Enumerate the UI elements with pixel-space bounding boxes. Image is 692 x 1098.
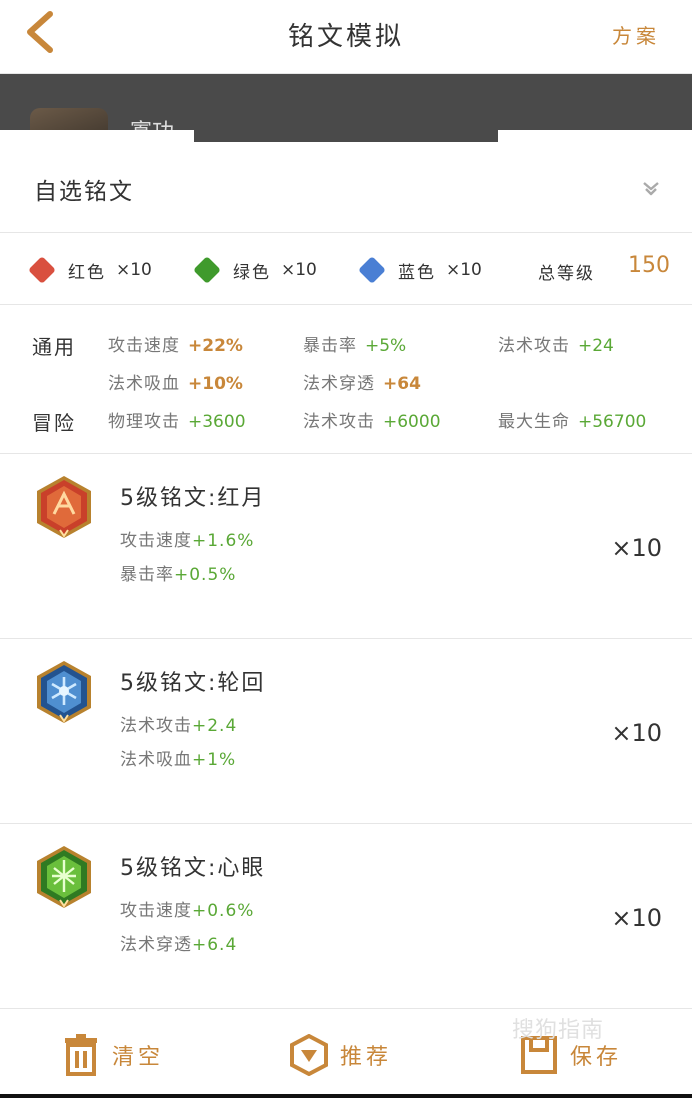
reincarnation-rune-icon <box>37 661 91 723</box>
clear-label: 清空 <box>112 1045 165 1070</box>
stat-value: +56700 <box>578 412 647 432</box>
watermark-text: 搜狗指南 <box>512 1018 605 1043</box>
custom-rune-dropdown[interactable]: 自选铭文 <box>0 142 692 233</box>
stat-item: 法术攻击 +24 <box>498 331 614 356</box>
bottom-edge <box>0 1094 692 1098</box>
rune-stat-key: 法术攻击 <box>120 716 192 736</box>
sheet-notch-slope-left <box>180 130 194 142</box>
rune-count: ×10 <box>611 904 662 932</box>
stat-key: 法术穿透 <box>303 374 375 394</box>
rune-stat-value: +1.6% <box>192 531 255 551</box>
rune-count: ×10 <box>611 719 662 747</box>
rune-stat-value: +2.4 <box>192 716 238 736</box>
mind-eye-rune-icon <box>37 846 91 908</box>
green-count: ×10 <box>281 260 317 280</box>
trash-icon <box>65 1034 97 1076</box>
rune-item-mind-eye[interactable]: 5级铭文:心眼 攻击速度+0.6% 法术穿透+6.4 ×10 <box>0 824 692 1009</box>
red-rune-count: 红色 ×10 <box>28 256 152 284</box>
stat-value: +5% <box>365 336 407 356</box>
rune-item-reincarnation[interactable]: 5级铭文:轮回 法术攻击+2.4 法术吸血+1% ×10 <box>0 639 692 824</box>
red-diamond-icon <box>28 256 56 284</box>
plan-button[interactable]: 方案 <box>612 20 660 49</box>
stat-item: 攻击速度 +22% <box>108 331 243 356</box>
rune-stat-value: +1% <box>192 750 237 770</box>
total-level-label: 总等级 <box>538 264 595 284</box>
stat-item: 暴击率 +5% <box>303 331 406 356</box>
rune-stat-value: +6.4 <box>192 935 238 955</box>
rune-stat-value: +0.6% <box>192 901 255 921</box>
stat-key: 法术攻击 <box>498 336 570 356</box>
chevron-down-icon <box>643 182 659 196</box>
blue-rune-count: 蓝色 ×10 <box>358 256 482 284</box>
clear-button[interactable]: 清空 <box>62 1033 164 1077</box>
total-level-value: 150 <box>628 253 670 278</box>
rune-stat-line: 法术吸血+1% <box>120 745 236 770</box>
blue-diamond-icon <box>358 256 386 284</box>
green-diamond-icon <box>193 256 221 284</box>
rune-stat-line: 法术穿透+6.4 <box>120 930 237 955</box>
stat-key: 物理攻击 <box>108 412 180 432</box>
red-count: ×10 <box>116 260 152 280</box>
stat-item: 法术攻击 +6000 <box>303 407 441 432</box>
stat-value: +64 <box>383 374 421 394</box>
stats-summary: 通用 攻击速度 +22% 暴击率 +5% 法术攻击 +24 法术吸血 +10% 法术穿透… <box>0 305 692 454</box>
rune-stat-line: 攻击速度+0.6% <box>120 896 254 921</box>
recommend-button[interactable]: 推荐 <box>290 1033 392 1077</box>
rune-name: 5级铭文:红月 <box>120 486 266 511</box>
sheet-notch-slope-right <box>498 130 512 142</box>
rune-stat-key: 法术穿透 <box>120 935 192 955</box>
stat-item: 法术吸血 +10% <box>108 369 243 394</box>
stat-value: +3600 <box>188 412 246 432</box>
stat-value: +24 <box>578 336 614 356</box>
adventure-category-label: 冒险 <box>32 411 76 435</box>
rune-stat-line: 攻击速度+1.6% <box>120 526 254 551</box>
recommend-label: 推荐 <box>340 1045 393 1070</box>
red-label: 红色 <box>68 262 106 283</box>
sheet-notch <box>194 130 498 142</box>
stat-key: 法术攻击 <box>303 412 375 432</box>
stat-key: 最大生命 <box>498 412 570 432</box>
stat-value: +6000 <box>383 412 441 432</box>
rune-stat-key: 法术吸血 <box>120 750 192 770</box>
sheet-notch-left <box>0 130 194 142</box>
sheet-notch-right <box>498 130 692 142</box>
page-title: 铭文模拟 <box>287 22 404 52</box>
rune-stat-key: 攻击速度 <box>120 901 192 921</box>
rune-name: 5级铭文:轮回 <box>120 671 266 696</box>
stat-item: 最大生命 +56700 <box>498 407 646 432</box>
top-bar: 铭文模拟 方案 <box>0 0 692 74</box>
blue-count: ×10 <box>446 260 482 280</box>
blue-label: 蓝色 <box>398 262 436 283</box>
rune-item-red-moon[interactable]: 5级铭文:红月 攻击速度+1.6% 暴击率+0.5% ×10 <box>0 454 692 639</box>
stat-key: 法术吸血 <box>108 374 180 394</box>
rune-stat-value: +0.5% <box>174 565 237 585</box>
green-rune-count: 绿色 ×10 <box>193 256 317 284</box>
stat-item: 法术穿透 +64 <box>303 369 421 394</box>
stat-key: 攻击速度 <box>108 336 180 356</box>
recommend-hexagon-icon <box>290 1034 328 1076</box>
stat-value: +22% <box>188 336 243 356</box>
rune-stat-line: 法术攻击+2.4 <box>120 711 237 736</box>
custom-rune-label: 自选铭文 <box>34 179 134 205</box>
stat-key: 暴击率 <box>303 336 357 356</box>
rune-stat-key: 暴击率 <box>120 565 174 585</box>
rune-stat-key: 攻击速度 <box>120 531 192 551</box>
red-moon-rune-icon <box>37 476 91 538</box>
rune-name: 5级铭文:心眼 <box>120 856 266 881</box>
stat-item: 物理攻击 +3600 <box>108 407 246 432</box>
green-label: 绿色 <box>233 262 271 283</box>
stat-value: +10% <box>188 374 243 394</box>
general-category-label: 通用 <box>32 335 76 359</box>
rune-stat-line: 暴击率+0.5% <box>120 560 236 585</box>
rune-count: ×10 <box>611 534 662 562</box>
